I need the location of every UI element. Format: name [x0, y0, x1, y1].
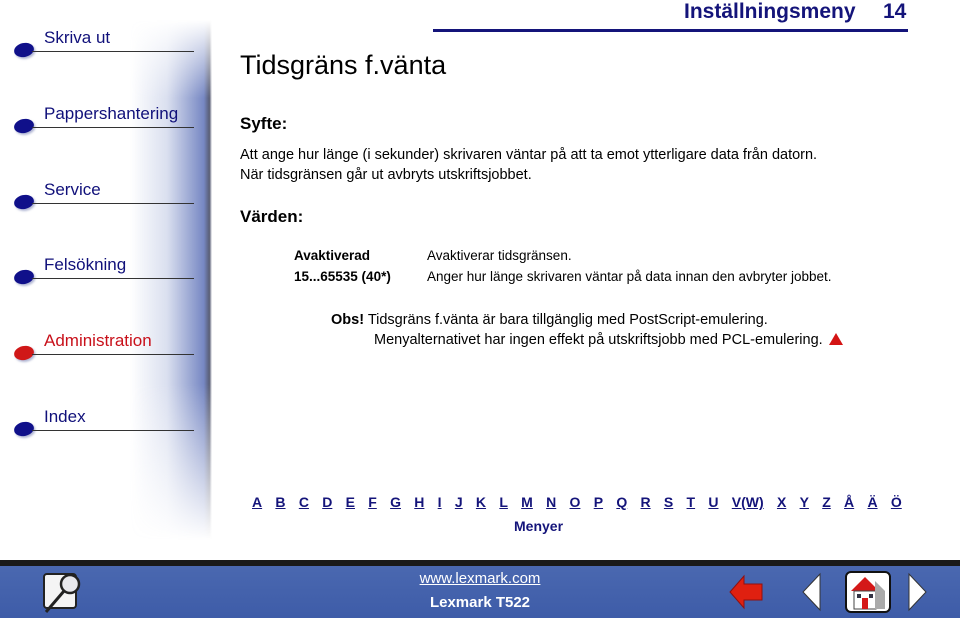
index-letter[interactable]: S [664, 494, 673, 510]
bullet-icon [12, 193, 36, 211]
index-letter[interactable]: Q [616, 494, 627, 510]
nav-underline [32, 354, 194, 355]
sidebar-item-felsokning[interactable]: Felsökning [12, 255, 194, 286]
index-letter[interactable]: M [521, 494, 533, 510]
index-letter[interactable]: T [687, 494, 696, 510]
sidebar-item-label: Pappershantering [44, 104, 179, 123]
home-icon[interactable] [845, 571, 891, 613]
sidebar-item-label: Administration [44, 331, 152, 350]
index-letter[interactable]: R [641, 494, 651, 510]
index-letter[interactable]: O [570, 494, 581, 510]
bullet-icon [12, 420, 36, 438]
index-letter[interactable]: E [346, 494, 355, 510]
note-line: Tidsgräns f.vänta är bara tillgänglig me… [367, 312, 768, 328]
index-letter[interactable]: D [322, 494, 332, 510]
index-letter[interactable]: G [390, 494, 401, 510]
nav-underline [32, 430, 194, 431]
footer-bar: www.lexmark.com Lexmark T522 [0, 566, 960, 618]
alphabet-index: A B C D E F G H I J K L M N O P Q R S T … [252, 494, 902, 510]
sidebar-item-label: Service [44, 180, 101, 199]
back-arrow-icon[interactable] [728, 574, 764, 610]
purpose-line: När tidsgränsen går ut avbryts utskrifts… [240, 167, 532, 183]
index-letter[interactable]: Ä [867, 494, 877, 510]
value-description: Avaktiverar tidsgränsen. [427, 248, 572, 263]
index-letter[interactable]: J [455, 494, 463, 510]
bullet-icon [12, 41, 36, 59]
index-letter[interactable]: I [438, 494, 442, 510]
value-key: 15...65535 (40*) [294, 269, 391, 284]
index-letter[interactable]: Å [844, 494, 854, 510]
values-heading: Värden: [240, 207, 304, 226]
index-letter[interactable]: L [499, 494, 508, 510]
nav-underline [32, 203, 194, 204]
nav-underline [32, 51, 194, 52]
sidebar-item-label: Index [44, 407, 86, 426]
index-letter[interactable]: K [476, 494, 486, 510]
sidebar-item-skriva-ut[interactable]: Skriva ut [12, 28, 194, 59]
purpose-text: Att ange hur länge (i sekunder) skrivare… [240, 145, 930, 185]
menus-link[interactable]: Menyer [514, 518, 563, 534]
next-page-icon[interactable] [907, 572, 929, 612]
index-letter[interactable]: F [368, 494, 377, 510]
index-letter[interactable]: U [708, 494, 718, 510]
index-letter[interactable]: C [299, 494, 309, 510]
search-icon[interactable] [40, 570, 86, 616]
purpose-line: Att ange hur länge (i sekunder) skrivare… [240, 147, 818, 163]
bullet-icon [12, 344, 36, 362]
section-title: Inställningsmeny [684, 0, 856, 23]
header-divider [433, 29, 908, 32]
sidebar-item-label: Skriva ut [44, 28, 111, 47]
value-key: Avaktiverad [294, 248, 371, 263]
sidebar-item-label: Felsökning [44, 255, 127, 274]
sidebar-item-administration[interactable]: Administration [12, 331, 194, 362]
previous-page-icon[interactable] [800, 572, 822, 612]
index-letter[interactable]: Y [800, 494, 809, 510]
nav-underline [32, 127, 194, 128]
index-letter[interactable]: X [777, 494, 786, 510]
page-title: Tidsgräns f.vänta [240, 50, 447, 80]
note-label: Obs! [331, 312, 365, 328]
sidebar-item-service[interactable]: Service [12, 180, 194, 211]
index-letter[interactable]: N [546, 494, 556, 510]
index-letter[interactable]: B [275, 494, 285, 510]
bullet-icon [12, 117, 36, 135]
index-letter[interactable]: H [414, 494, 424, 510]
index-letter[interactable]: P [594, 494, 603, 510]
index-letter[interactable]: Ö [891, 494, 902, 510]
value-description: Anger hur länge skrivaren väntar på data… [427, 269, 832, 284]
note-block: Obs! Tidsgräns f.vänta är bara tillgängl… [331, 310, 843, 350]
note-line: Menyalternativet har ingen effekt på uts… [374, 332, 823, 348]
index-letter[interactable]: A [252, 494, 262, 510]
index-letter[interactable]: Z [822, 494, 831, 510]
sidebar-item-pappershantering[interactable]: Pappershantering [12, 104, 194, 135]
nav-underline [32, 278, 194, 279]
purpose-heading: Syfte: [240, 114, 288, 133]
index-letter[interactable]: V(W) [732, 494, 764, 510]
back-to-top-icon[interactable] [828, 333, 843, 345]
sidebar-item-index[interactable]: Index [12, 407, 194, 438]
page-number: 14 [883, 0, 907, 23]
bullet-icon [12, 268, 36, 286]
